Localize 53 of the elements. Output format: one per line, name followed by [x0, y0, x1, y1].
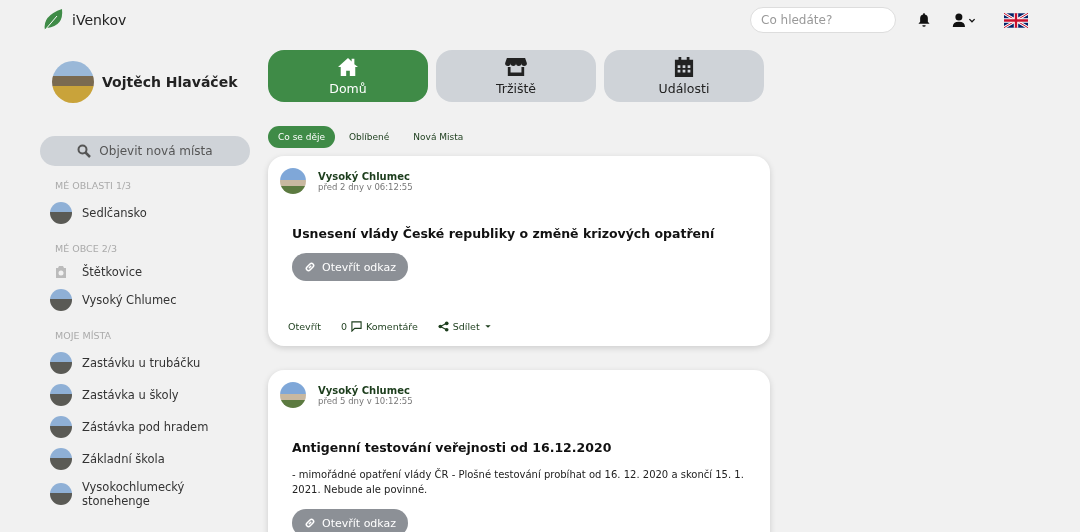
feed-tab[interactable]: Co se děje — [268, 126, 336, 148]
section-heading: MÉ OBCE 2/3 — [55, 243, 118, 254]
post-time: před 2 dny v 06:12:55 — [318, 181, 413, 192]
sidebar-item[interactable]: Vysoký Chlumec — [40, 284, 250, 316]
place-thumbnail — [50, 416, 72, 438]
open-link[interactable]: Otevřít — [288, 321, 321, 332]
home-icon — [337, 56, 359, 77]
nav-tab[interactable]: Tržiště — [436, 50, 596, 102]
calendar-icon — [673, 56, 695, 77]
place-thumbnail — [50, 483, 72, 505]
place-thumbnail — [50, 352, 72, 374]
post-text: - mimořádné opatření vlády ČR - Plošné testování probíhat od 16. 12. 2020 a skončí 15. 1. 2021. Nebude ale povinné. — [292, 467, 745, 497]
bell-icon[interactable] — [918, 13, 930, 27]
search-icon — [77, 144, 92, 158]
place-thumbnail — [50, 289, 72, 311]
sidebar-item[interactable]: Sedlčansko — [40, 197, 250, 229]
post-time: před 5 dny v 10:12:55 — [318, 395, 413, 406]
feed-tab[interactable]: Nová Mista — [403, 126, 474, 148]
brand-name: iVenkov — [72, 12, 127, 28]
sidebar-item[interactable]: Štětkovice — [40, 260, 250, 284]
store-icon — [505, 56, 527, 77]
sidebar-item[interactable]: Zastávka u školy — [40, 379, 250, 411]
nav-tab[interactable]: Události — [604, 50, 764, 102]
link-icon — [304, 517, 316, 529]
place-thumbnail — [50, 448, 72, 470]
sidebar-item[interactable]: Vysokochlumecký stonehenge — [40, 475, 250, 513]
sidebar-item[interactable]: Základní škola — [40, 443, 250, 475]
share-icon — [437, 321, 449, 332]
post-title: Antigenní testování veřejnosti od 16.12.2020 — [292, 440, 613, 455]
place-avatar — [280, 382, 306, 408]
feed-tab[interactable]: Oblíbené — [339, 126, 400, 148]
user-menu-icon[interactable] — [952, 13, 978, 27]
uk-flag-icon[interactable] — [1004, 12, 1028, 28]
place-thumbnail — [50, 202, 72, 224]
profile-name: Vojtěch Hlaváček — [102, 74, 238, 90]
discover-button[interactable]: Objevit nová místa — [40, 136, 250, 166]
sidebar-item[interactable]: Zástávka pod hradem — [40, 411, 250, 443]
comment-icon — [351, 321, 362, 332]
comments-button[interactable]: 0 Komentáře — [340, 321, 418, 332]
section-heading: MOJE MÍSTA — [55, 330, 113, 341]
sidebar-item[interactable]: Zastávku u trubáčku — [40, 347, 250, 379]
post-place[interactable]: Vysoký Chlumec — [318, 384, 413, 396]
section-heading: MÉ OBLASTI 1/3 — [55, 180, 133, 191]
share-button[interactable]: Sdílet — [437, 321, 492, 332]
search-field[interactable]: Co hledáte? — [750, 7, 896, 33]
post-title: Usnesení vlády České republiky o změně krizových opatření — [292, 226, 716, 241]
post-place[interactable]: Vysoký Chlumec — [318, 170, 413, 182]
link-icon — [304, 261, 316, 273]
profile-avatar — [52, 61, 94, 103]
leaf-logo-icon — [42, 8, 64, 32]
place-thumbnail — [50, 384, 72, 406]
nav-tab[interactable]: Domů — [268, 50, 428, 102]
place-avatar — [280, 168, 306, 194]
